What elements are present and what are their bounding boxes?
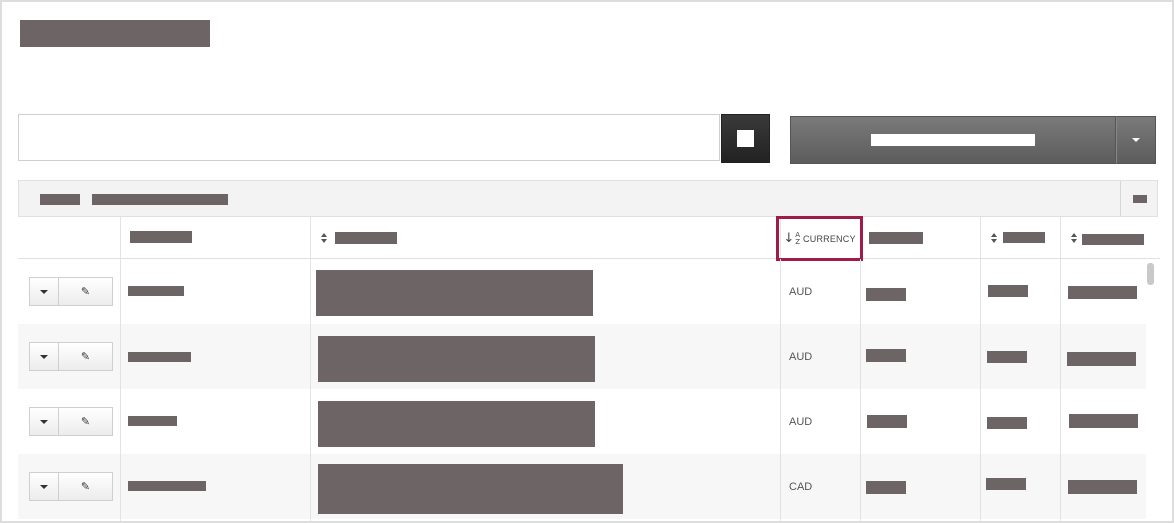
col-divider [1060,259,1061,521]
currency-cell: AUD [789,286,813,298]
pencil-icon: ✎ [80,480,91,493]
caret-down-icon [40,484,48,489]
pencil-icon: ✎ [80,285,91,298]
panel-title-part2 [92,194,228,205]
panel-collapse-button[interactable] [1120,181,1158,216]
sort-icon[interactable] [991,233,997,243]
currency-header-label: CURRENCY [803,233,856,244]
panel-title-part1 [40,194,80,205]
row-edit-button[interactable]: ✎ [59,407,113,436]
col-divider [310,259,311,521]
row-cell [867,415,907,428]
row-menu-button[interactable] [29,342,59,371]
caret-down-icon [40,354,48,359]
row-edit-button[interactable]: ✎ [59,277,113,306]
row-cell [866,288,906,301]
row-edit-button[interactable]: ✎ [59,342,113,371]
col-divider [860,259,861,521]
row-cell [1069,414,1138,428]
caret-down-icon [40,419,48,424]
sort-alpha-asc-icon: ↓ AZ [783,230,801,246]
row-menu-button[interactable] [29,472,59,501]
row-cell [866,481,906,494]
row-cell [318,336,595,382]
column-header-2[interactable] [335,232,397,244]
column-header-6[interactable] [1082,234,1144,245]
pencil-icon: ✎ [80,415,91,428]
col-divider [780,259,781,521]
row-cell [316,270,593,316]
primary-action-dropdown-button[interactable] [1116,116,1156,164]
row-cell [1068,286,1137,299]
row-cell [1067,352,1136,366]
primary-action-button[interactable] [790,116,1116,164]
currency-cell: AUD [789,416,813,428]
row-cell [866,349,906,362]
caret-down-icon [40,289,48,294]
row-cell [1068,480,1137,494]
sort-icon[interactable] [321,233,327,243]
column-header-4[interactable] [869,232,923,244]
row-edit-button[interactable]: ✎ [59,472,113,501]
row-cell [987,351,1027,363]
minus-icon [1132,194,1147,203]
pencil-icon: ✎ [80,350,91,363]
row-menu-button[interactable] [29,407,59,436]
currency-cell: AUD [789,351,813,363]
row-cell [987,417,1027,429]
row-cell [986,478,1026,490]
row-cell [128,352,191,362]
row-cell [988,285,1028,297]
square-icon [737,130,754,147]
page-title [20,20,210,47]
row-menu-button[interactable] [29,277,59,306]
row-cell [128,481,206,491]
currency-cell: CAD [789,481,813,493]
column-header-5[interactable] [1003,232,1045,243]
search-button[interactable] [721,114,770,163]
row-cell [318,401,595,447]
table-panel-header [18,180,1158,217]
row-cell [128,416,177,426]
row-cell [128,286,184,296]
table-scrollbar-thumb[interactable] [1147,263,1154,285]
column-header-1[interactable] [130,231,192,243]
search-input[interactable] [18,114,720,161]
row-cell [318,464,623,514]
sort-icon[interactable] [1071,233,1077,243]
col-divider [980,259,981,521]
chevron-down-icon [1132,138,1140,142]
column-header-currency[interactable]: ↓ AZ CURRENCY [776,216,863,261]
col-divider [120,259,121,521]
primary-action-label [871,134,1035,146]
